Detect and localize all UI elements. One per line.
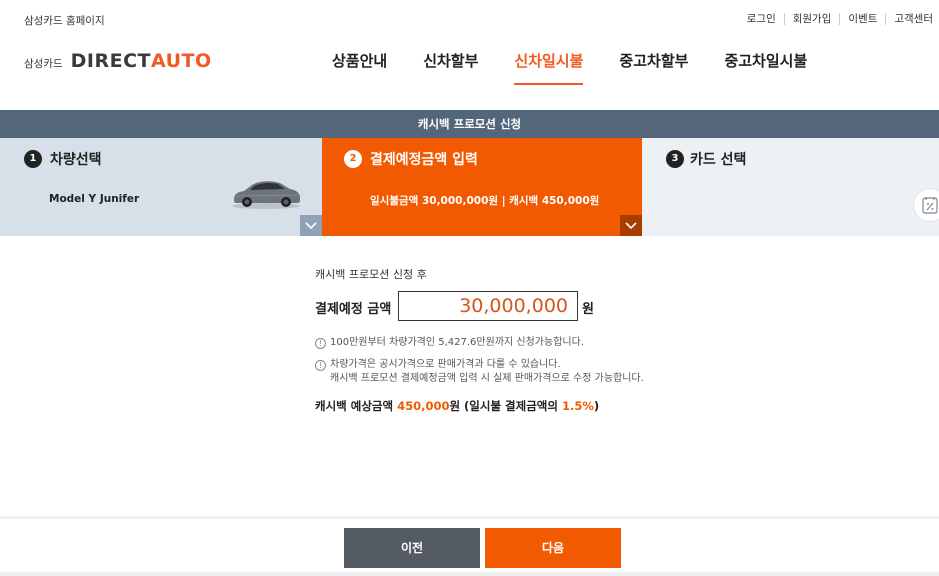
note-text: 100만원부터 차량가격인 5,427.6만원까지 신청가능합니다. bbox=[330, 337, 584, 348]
step-number: 3 bbox=[666, 150, 684, 168]
note-text: 캐시백 프로모션 결제예정금액 입력 시 실제 판매가격으로 수정 가능합니다. bbox=[330, 373, 644, 384]
cashback-value: 450,000 bbox=[397, 399, 450, 413]
logo[interactable]: 삼성카드 DIRECT AUTO bbox=[24, 50, 212, 72]
step-payment-amount[interactable]: 2 결제예정금액 입력 일시불금액 30,000,000원 | 캐시백 450,… bbox=[322, 138, 642, 236]
promo-title-bar: 캐시백 프로모션 신청 bbox=[0, 110, 939, 138]
calculator-button[interactable] bbox=[913, 188, 939, 222]
amount-entry-panel: 캐시백 프로모션 신청 후 결제예정 금액 30,000,000 원 ! 100만… bbox=[0, 236, 939, 516]
selected-model: Model Y Junifer bbox=[49, 193, 140, 205]
currency-unit: 원 bbox=[582, 302, 594, 317]
info-icon: ! bbox=[315, 360, 326, 371]
chevron-down-icon bbox=[625, 221, 637, 229]
footer-actions: 이전 다음 bbox=[0, 516, 939, 576]
note-text: 차량가격은 공시가격으로 판매가격과 다를 수 있습니다. bbox=[330, 359, 561, 370]
nav-item-used-car-lump-sum[interactable]: 중고차일시불 bbox=[724, 50, 807, 79]
info-icon: ! bbox=[315, 338, 326, 349]
header: 삼성카드 DIRECT AUTO 상품안내 신차할부 신차일시불 중고차할부 중… bbox=[0, 40, 939, 110]
step-number: 1 bbox=[24, 150, 42, 168]
signup-link[interactable]: 회원가입 bbox=[783, 13, 840, 25]
nav-item-new-car-installment[interactable]: 신차할부 bbox=[423, 50, 478, 79]
expand-step1-toggle[interactable] bbox=[300, 215, 322, 236]
main-nav: 상품안내 신차할부 신차일시불 중고차할부 중고차일시불 bbox=[332, 50, 843, 85]
payment-amount-input[interactable]: 30,000,000 bbox=[398, 291, 578, 321]
event-link[interactable]: 이벤트 bbox=[839, 13, 885, 25]
prev-button[interactable]: 이전 bbox=[344, 528, 480, 568]
note-price: ! 차량가격은 공시가격으로 판매가격과 다를 수 있습니다. 캐시백 프로모션 … bbox=[315, 358, 644, 386]
cashback-estimate: 캐시백 예상금액 450,000원 (일시불 결제금액의 1.5%) bbox=[315, 398, 599, 414]
step-title: 차량선택 bbox=[50, 152, 102, 168]
cashback-rate: 1.5% bbox=[561, 399, 594, 413]
step-card-select[interactable]: 3 카드 선택 bbox=[642, 138, 939, 236]
amount-label: 결제예정 금액 bbox=[315, 302, 392, 317]
cashback-prefix: 캐시백 예상금액 bbox=[315, 399, 398, 413]
utility-bar: 삼성카드 홈페이지 로그인 회원가입 이벤트 고객센터 bbox=[0, 0, 939, 40]
calculator-icon bbox=[922, 197, 938, 214]
nav-item-product-info[interactable]: 상품안내 bbox=[332, 50, 387, 79]
cashback-mid: 원 (일시불 결제금액의 bbox=[449, 399, 562, 413]
step-vehicle-select[interactable]: 1 차량선택 Model Y Junifer bbox=[0, 138, 322, 236]
car-image bbox=[232, 181, 300, 209]
step-number: 2 bbox=[344, 150, 362, 168]
expand-step2-toggle[interactable] bbox=[620, 215, 642, 236]
nav-item-new-car-lump-sum[interactable]: 신차일시불 bbox=[514, 50, 584, 85]
panel-caption: 캐시백 프로모션 신청 후 bbox=[315, 268, 427, 281]
nav-item-used-car-installment[interactable]: 중고차할부 bbox=[619, 50, 688, 79]
footer-divider bbox=[0, 572, 939, 576]
chevron-down-icon bbox=[305, 221, 317, 229]
next-button[interactable]: 다음 bbox=[485, 528, 621, 568]
cashback-suffix: ) bbox=[593, 399, 600, 413]
step-title: 카드 선택 bbox=[690, 152, 747, 168]
logo-brand-small: 삼성카드 bbox=[24, 58, 63, 70]
logo-direct: DIRECT bbox=[70, 50, 151, 72]
note-range: ! 100만원부터 차량가격인 5,427.6만원까지 신청가능합니다. bbox=[315, 336, 584, 350]
login-link[interactable]: 로그인 bbox=[739, 13, 784, 25]
utility-links: 로그인 회원가입 이벤트 고객센터 bbox=[739, 13, 939, 25]
customer-center-link[interactable]: 고객센터 bbox=[885, 13, 939, 25]
step-title: 결제예정금액 입력 bbox=[370, 152, 478, 168]
samsungcard-home-link[interactable]: 삼성카드 홈페이지 bbox=[24, 13, 105, 28]
payment-summary: 일시불금액 30,000,000원 | 캐시백 450,000원 bbox=[370, 195, 600, 207]
logo-auto: AUTO bbox=[151, 50, 212, 72]
step-indicator: 1 차량선택 Model Y Junifer 2 결제예정금액 입력 일시불금액… bbox=[0, 138, 939, 236]
